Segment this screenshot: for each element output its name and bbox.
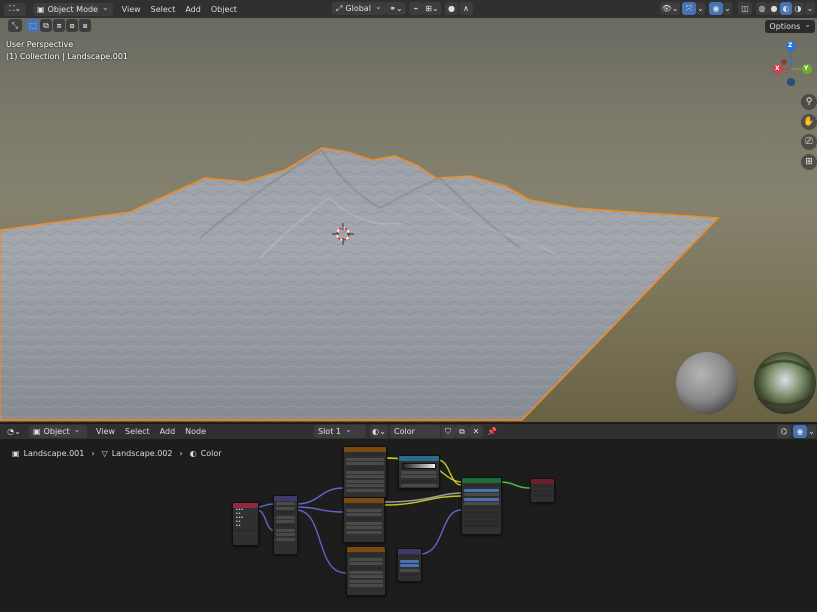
menu-add[interactable]: Add (180, 5, 206, 14)
orientation-axes-icon: ⤢ (336, 3, 343, 13)
collection-label: (1) Collection | Landscape.001 (6, 52, 129, 61)
snap-toggle-icon[interactable]: ⌬ (777, 425, 791, 438)
options-label: Options (769, 22, 801, 31)
camera-view-icon[interactable]: ⎚ (801, 134, 817, 150)
select-box-extend-icon[interactable]: ⧉ (40, 19, 52, 32)
select-tool-icon[interactable]: ⤡ (8, 19, 22, 32)
unlink-material-icon[interactable]: ✕ (469, 425, 483, 438)
node-object-icon: ▣ (33, 427, 41, 436)
select-box-subtract-icon[interactable]: ⧈ (53, 19, 65, 32)
editor-type-shader-icon[interactable]: ◔⌄ (4, 425, 24, 438)
visibility-eye-icon[interactable]: 👁⌄ (660, 2, 680, 15)
node-material-output[interactable] (530, 478, 555, 503)
editor-type-3d-icon[interactable]: ⛶⌄ (4, 2, 26, 16)
object-mode-icon: ▣ (37, 4, 45, 14)
node-editor-canvas[interactable]: ▣ Landscape.001 › ▽ Landscape.002 › ◐ Co… (0, 440, 817, 612)
node-noise-texture-3[interactable] (346, 546, 386, 596)
transform-orientation-dropdown[interactable]: ⤢ Global (332, 2, 386, 15)
snapping-dropdown[interactable]: ⊞⌄ (423, 2, 441, 15)
material-browse-button[interactable]: ◐⌄ (370, 425, 388, 438)
proportional-falloff-dropdown[interactable]: ∧ (459, 2, 473, 15)
material-name-label: Color (394, 427, 415, 436)
shading-material-icon[interactable]: ◐ (780, 2, 792, 15)
zoom-magnify-icon[interactable]: ⚲ (801, 94, 817, 110)
shading-dropdown-icon[interactable]: ⌄ (805, 2, 815, 15)
node-object-label: Object (43, 427, 70, 436)
node-menu-add[interactable]: Add (155, 427, 181, 436)
perspective-grid-icon[interactable]: ⊞ (801, 154, 817, 170)
tool-toggle-row: ⤡ ⬚ ⧉ ⧈ ⧇ ⧆ (8, 19, 92, 32)
object-mode-label: Object Mode (47, 4, 98, 14)
node-menu-select[interactable]: Select (120, 427, 155, 436)
shading-wireframe-icon[interactable]: ◍ (756, 2, 768, 15)
gizmo-y-label: Y (804, 65, 809, 72)
node-principled-bsdf[interactable] (461, 477, 502, 535)
fake-user-shield-icon[interactable]: ⛉ (441, 425, 455, 438)
overlays-dropdown-icon[interactable]: ⌄ (723, 2, 732, 15)
node-bump[interactable] (397, 548, 422, 582)
node-noise-texture-2[interactable] (343, 497, 385, 543)
node-menu-view[interactable]: View (91, 427, 120, 436)
xray-toggle-icon[interactable]: ◫ (738, 2, 752, 15)
object-mode-dropdown[interactable]: ▣ Object Mode (33, 2, 113, 16)
orientation-label: Global (345, 4, 371, 13)
options-dropdown[interactable]: Options (765, 20, 815, 33)
select-box-intersect-icon[interactable]: ⧆ (79, 19, 91, 32)
duplicate-material-icon[interactable]: ⧉ (455, 425, 469, 438)
node-object-dropdown[interactable]: ▣ Object (29, 425, 87, 438)
node-overlay-icon[interactable]: ◉ (793, 425, 807, 438)
menu-select[interactable]: Select (146, 5, 181, 14)
menu-view[interactable]: View (117, 5, 146, 14)
proportional-editing-toggle[interactable]: ● (445, 2, 458, 15)
gizmo-toggle-icon[interactable]: ⤧ (682, 2, 696, 15)
node-menu-node[interactable]: Node (180, 427, 211, 436)
material-preview-sphere (676, 352, 738, 414)
3d-viewport[interactable]: User Perspective (1) Collection | Landsc… (0, 18, 817, 422)
node-overlay-dropdown-icon[interactable]: ⌄ (807, 425, 816, 438)
viewport-header: ⛶⌄ ▣ Object Mode View Select Add Object … (0, 0, 817, 18)
node-editor-header: ◔⌄ ▣ Object View Select Add Node Slot 1 … (0, 424, 817, 439)
pivot-point-dropdown[interactable]: ⚭⌄ (386, 2, 406, 15)
material-slot-dropdown[interactable]: Slot 1 (314, 425, 366, 438)
landscape-scene (0, 18, 817, 422)
material-name-field[interactable]: Color (390, 425, 440, 438)
gizmo-dropdown-icon[interactable]: ⌄ (696, 2, 705, 15)
node-noise-texture-1[interactable] (343, 446, 387, 498)
snapping-toggle[interactable]: ⌁ (409, 2, 423, 15)
node-mapping[interactable] (273, 495, 298, 555)
menu-object[interactable]: Object (206, 5, 242, 14)
overlays-toggle-icon[interactable]: ◉ (709, 2, 723, 15)
pan-hand-icon[interactable]: ✋ (801, 114, 817, 130)
select-box-new-icon[interactable]: ⬚ (27, 19, 39, 32)
material-slot-label: Slot 1 (318, 427, 341, 436)
pin-icon[interactable]: 📌 (485, 425, 499, 438)
node-texture-coordinate[interactable]: ▪ ▪ ▪ ▪ ▪ ▪ ▪ ▪ ▪ ▪ ▪ ▪ (232, 502, 259, 546)
gizmo-z-label: Z (788, 42, 793, 49)
perspective-label: User Perspective (6, 40, 74, 49)
gizmo-x-label: X (775, 65, 780, 72)
shading-rendered-icon[interactable]: ◑ (792, 2, 804, 15)
node-color-ramp[interactable] (398, 455, 440, 489)
select-box-invert-icon[interactable]: ⧇ (66, 19, 78, 32)
shading-solid-icon[interactable]: ● (768, 2, 780, 15)
